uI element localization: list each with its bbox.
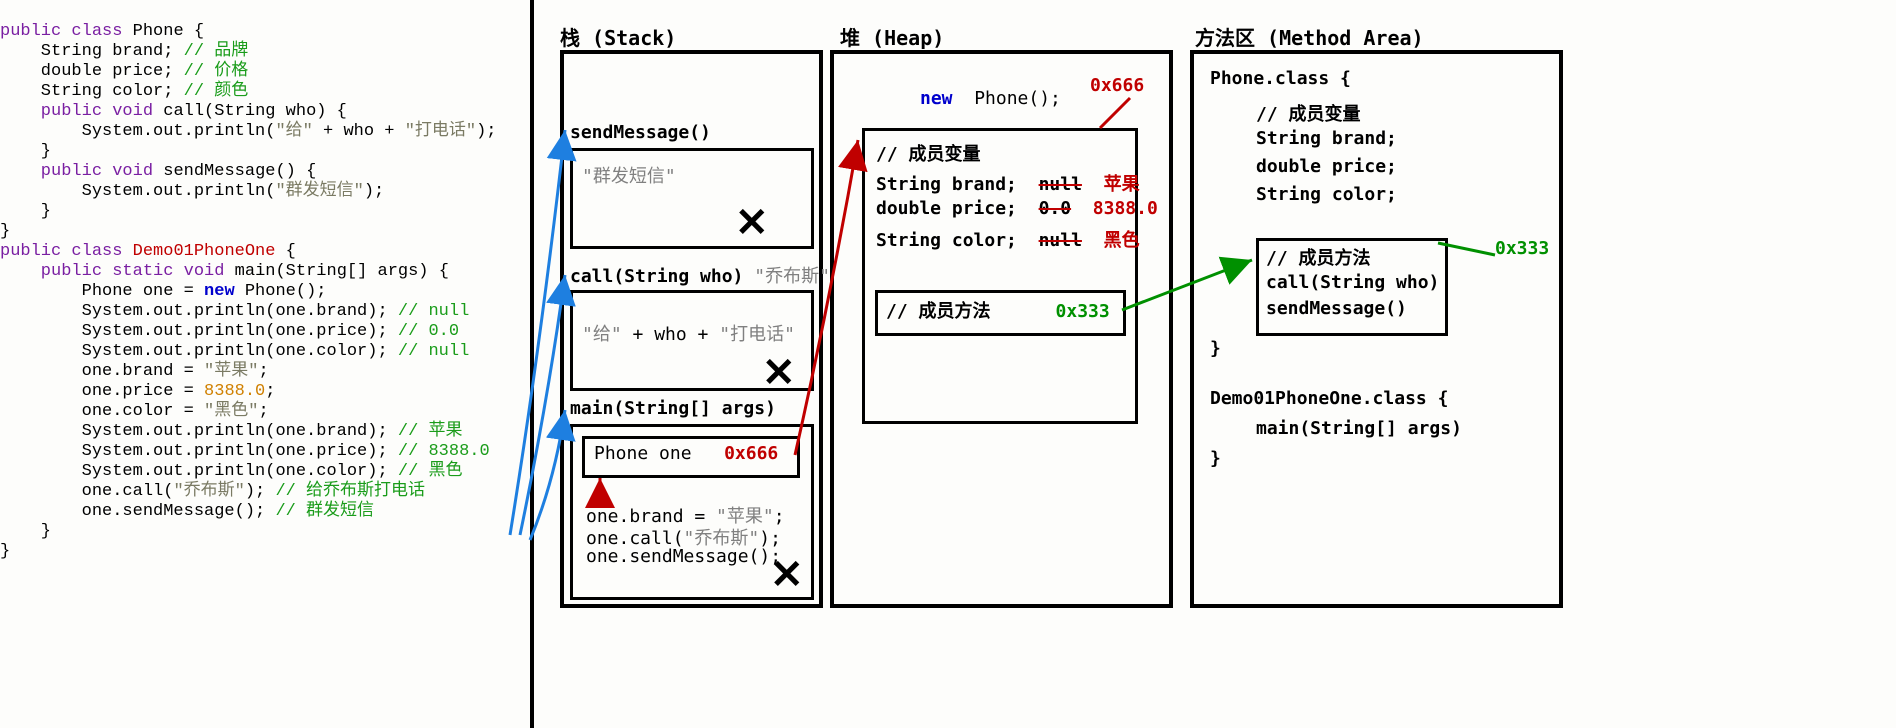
ma-mv-label: // 成员变量 — [1256, 100, 1361, 126]
demo-main: main(String[] args) — [1256, 418, 1462, 439]
ma-m2: sendMessage() — [1266, 298, 1407, 319]
method-area-title: 方法区 (Method Area) — [1195, 22, 1424, 51]
heap-title: 堆 (Heap) — [840, 22, 944, 51]
phone-class-end: } — [1210, 338, 1221, 359]
frame-sendmessage-label: sendMessage() — [570, 122, 711, 143]
x-icon: ✕ — [762, 350, 796, 396]
main-var-text: Phone one 0x666 — [594, 443, 778, 464]
heap-field-price: double price; 0.0 8388.0 — [876, 198, 1158, 219]
demo-class-header: Demo01PhoneOne.class { — [1210, 388, 1448, 409]
frame-call-text: "给" + who + "打电话" — [582, 320, 795, 346]
heap-mv-label: // 成员变量 — [876, 140, 981, 166]
heap-mm-label: // 成员方法 0x333 — [886, 297, 1110, 323]
ma-mm-label: // 成员方法 — [1266, 244, 1371, 270]
heap-field-brand: String brand; null 苹果 — [876, 170, 1140, 196]
x-icon: ✕ — [735, 200, 769, 246]
ma-m1: call(String who) — [1266, 272, 1439, 293]
heap-new-phone: new Phone(); — [920, 88, 1061, 109]
main-line3: one.sendMessage(); — [586, 546, 781, 567]
ma-f3: String color; — [1256, 184, 1397, 205]
ma-f1: String brand; — [1256, 128, 1397, 149]
frame-sendmessage-text: "群发短信" — [582, 162, 676, 188]
source-code: public class Phone { String brand; // 品牌… — [0, 2, 530, 562]
frame-main-label: main(String[] args) — [570, 398, 776, 419]
demo-class-end: } — [1210, 448, 1221, 469]
heap-field-color: String color; null 黑色 — [876, 226, 1140, 252]
ma-addr: 0x333 — [1495, 238, 1549, 259]
heap-addr: 0x666 — [1090, 75, 1144, 96]
x-icon: ✕ — [770, 552, 804, 598]
divider — [530, 0, 534, 728]
ma-f2: double price; — [1256, 156, 1397, 177]
frame-call-label: call(String who) "乔布斯" — [570, 262, 830, 288]
stack-title: 栈 (Stack) — [560, 22, 676, 51]
phone-class-header: Phone.class { — [1210, 68, 1351, 89]
